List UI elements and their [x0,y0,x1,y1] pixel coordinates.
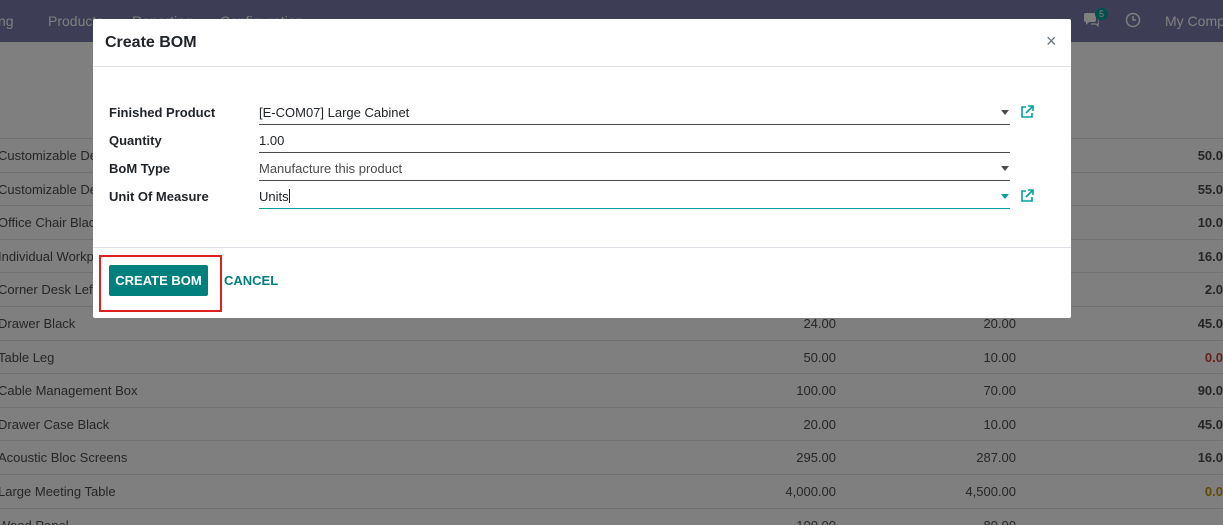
chevron-down-icon[interactable] [1001,110,1009,115]
finished-product-field[interactable]: [E-COM07] Large Cabinet [259,99,1010,125]
chevron-down-icon[interactable] [1001,194,1009,199]
external-link-icon[interactable] [1020,189,1034,206]
quantity-value: 1.00 [259,133,285,148]
bom-type-row: BoM Type Manufacture this product [109,155,1039,183]
create-bom-dialog: Create BOM × Finished Product [E-COM07] … [93,19,1071,318]
bom-type-label: BoM Type [109,161,171,176]
external-link-icon[interactable] [1020,105,1034,122]
dialog-title: Create BOM [105,34,197,51]
unit-of-measure-row: Unit Of Measure Units [109,183,1039,211]
finished-product-label: Finished Product [109,105,216,120]
text-cursor [288,189,290,203]
finished-product-value: [E-COM07] Large Cabinet [259,105,410,120]
quantity-row: Quantity 1.00 [109,127,1039,155]
chevron-down-icon[interactable] [1001,166,1009,171]
dialog-header: Create BOM × [93,19,1071,67]
quantity-label: Quantity [109,133,162,148]
unit-of-measure-label: Unit Of Measure [109,189,209,204]
finished-product-row: Finished Product [E-COM07] Large Cabinet [109,99,1039,127]
dialog-footer: CREATE BOM CANCEL [93,247,1071,318]
close-icon[interactable]: × [1046,32,1057,50]
quantity-field[interactable]: 1.00 [259,127,1010,153]
bom-type-value: Manufacture this product [259,161,403,176]
bom-type-select[interactable]: Manufacture this product [259,155,1010,181]
unit-of-measure-field[interactable]: Units [259,183,1010,209]
highlight-annotation [99,255,222,312]
unit-of-measure-value: Units [259,189,290,204]
cancel-button[interactable]: CANCEL [224,273,278,288]
unit-of-measure-text: Units [259,189,289,204]
